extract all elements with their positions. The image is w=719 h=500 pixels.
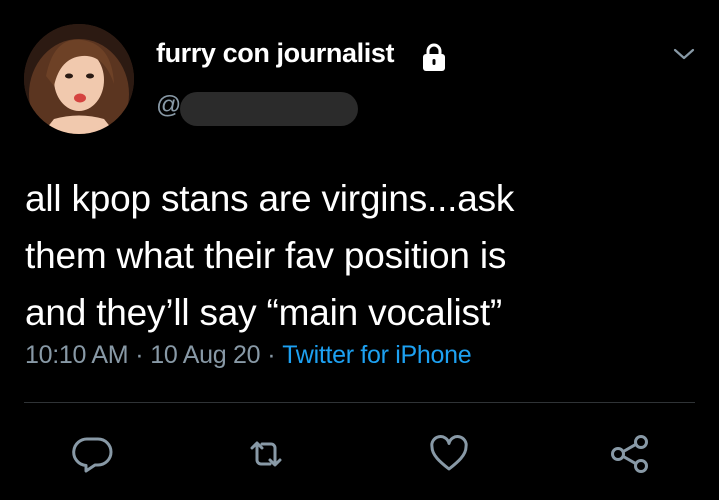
- handle-prefix: @: [156, 91, 182, 119]
- display-name[interactable]: furry con journalist: [156, 38, 394, 69]
- tweet-card: furry con journalist @ all kpop stans ar…: [0, 0, 719, 500]
- retweet-icon[interactable]: [245, 434, 287, 474]
- share-icon[interactable]: [609, 434, 651, 474]
- meta-separator: ·: [267, 341, 276, 369]
- tweet-date[interactable]: 10 Aug 20: [150, 341, 260, 369]
- tweet-text-line: them what their fav position is: [25, 235, 507, 276]
- lock-icon: [421, 42, 447, 72]
- tweet-text-line: all kpop stans are virgins...ask: [25, 178, 515, 219]
- tweet-source-link[interactable]: Twitter for iPhone: [282, 341, 471, 369]
- tweet-meta: 10:10 AM · 10 Aug 20 · Twitter for iPhone: [25, 341, 472, 370]
- avatar[interactable]: [24, 24, 134, 134]
- tweet-text-line: and they’ll say “main vocalist”: [25, 292, 503, 333]
- tweet-time[interactable]: 10:10 AM: [25, 341, 129, 369]
- divider: [24, 402, 695, 403]
- redacted-handle: [180, 92, 358, 126]
- heart-icon[interactable]: [428, 434, 470, 474]
- reply-icon[interactable]: [72, 434, 114, 474]
- chevron-down-icon[interactable]: [672, 46, 696, 62]
- meta-separator: ·: [135, 341, 144, 369]
- tweet-text: all kpop stans are virgins...ask them wh…: [25, 170, 705, 341]
